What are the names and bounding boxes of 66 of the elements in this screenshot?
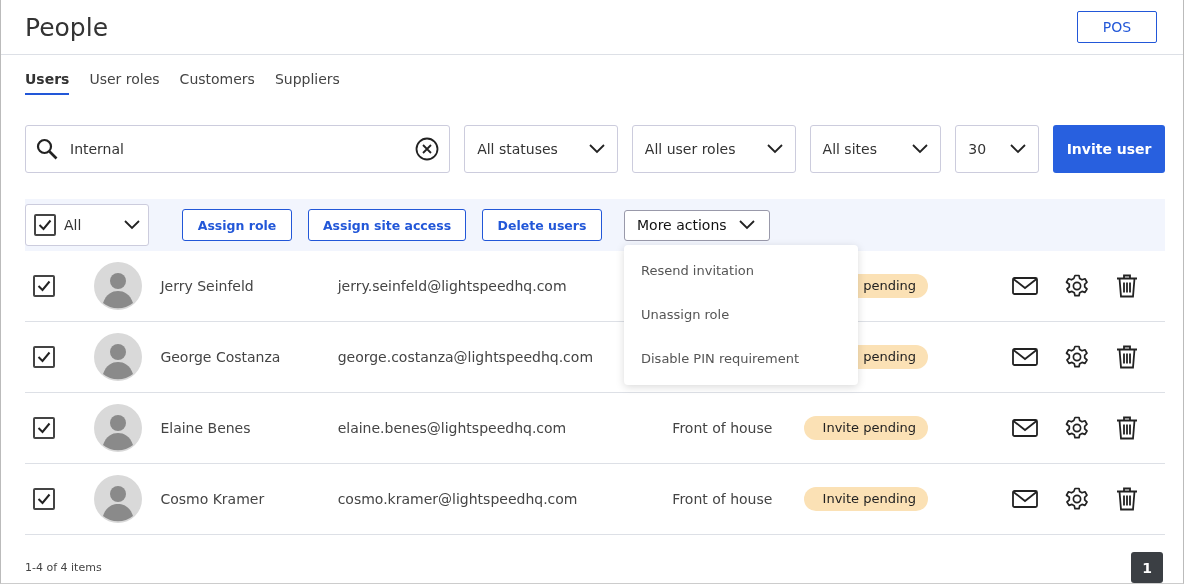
mail-icon[interactable] [1012, 348, 1038, 366]
checkbox[interactable] [34, 214, 56, 236]
user-name: George Costanza [160, 349, 282, 365]
settings-icon[interactable] [1065, 274, 1089, 298]
user-role: Front of house [672, 420, 773, 436]
user-name: Cosmo Kramer [160, 491, 266, 507]
mail-icon[interactable] [1012, 277, 1038, 295]
check-icon [37, 422, 51, 434]
user-email: george.costanza@lightspeedhq.com [337, 349, 594, 365]
checkbox[interactable] [33, 346, 55, 368]
check-icon [37, 493, 51, 505]
filter-dropdown[interactable]: All user roles [631, 125, 796, 173]
mail-icon[interactable] [1012, 419, 1038, 437]
page-button[interactable]: 1 [1131, 552, 1163, 583]
avatar [94, 333, 143, 381]
select-all-label: All [64, 217, 82, 233]
clear-icon[interactable] [415, 137, 440, 161]
action-button[interactable]: Assign role [182, 209, 292, 241]
check-icon [38, 219, 52, 231]
settings-icon[interactable] [1065, 416, 1089, 440]
filter-dropdown[interactable]: All statuses [464, 125, 618, 173]
action-button[interactable]: Delete users [482, 209, 602, 241]
chevron-down-icon [124, 220, 140, 230]
filter-dropdown[interactable]: 30 [955, 125, 1040, 173]
tab[interactable]: Customers [179, 71, 255, 95]
check-icon [37, 280, 51, 292]
chevron-down-icon [912, 144, 929, 154]
action-button[interactable]: Assign site access [308, 209, 466, 241]
tab[interactable]: Users [25, 71, 70, 95]
tab[interactable]: Suppliers [274, 71, 340, 95]
checkbox[interactable] [33, 417, 55, 439]
more-actions-dropdown[interactable]: More actions [624, 209, 770, 241]
settings-icon[interactable] [1065, 345, 1089, 369]
chevron-down-icon [766, 144, 783, 154]
tab[interactable]: User roles [89, 71, 160, 95]
chevron-down-icon [738, 220, 755, 230]
item-count: 1-4 of 4 items [25, 561, 102, 574]
status-badge: Invite pending [804, 487, 929, 511]
avatar [94, 262, 143, 310]
user-name: Jerry Seinfeld [160, 278, 255, 294]
avatar [94, 404, 143, 452]
check-icon [37, 351, 51, 363]
chevron-down-icon [588, 144, 605, 154]
user-role: Front of house [672, 491, 773, 507]
search-icon [36, 138, 58, 160]
invite-user-button[interactable]: Invite user [1053, 125, 1165, 173]
mail-icon[interactable] [1012, 490, 1038, 508]
select-all-dropdown[interactable]: All [25, 204, 149, 246]
user-name: Elaine Benes [160, 420, 252, 436]
user-email: elaine.benes@lightspeedhq.com [337, 420, 567, 436]
user-email: jerry.seinfeld@lightspeedhq.com [337, 278, 567, 294]
filter-dropdown[interactable]: All sites [809, 125, 942, 173]
chevron-down-icon [1010, 144, 1027, 154]
checkbox[interactable] [33, 275, 55, 297]
delete-icon[interactable] [1116, 345, 1138, 369]
status-badge: Invite pending [804, 416, 929, 440]
settings-icon[interactable] [1065, 487, 1089, 511]
delete-icon[interactable] [1116, 274, 1138, 298]
delete-icon[interactable] [1116, 416, 1138, 440]
page-title: People [25, 12, 109, 42]
delete-icon[interactable] [1116, 487, 1138, 511]
checkbox[interactable] [33, 488, 55, 510]
avatar [94, 475, 143, 523]
user-email: cosmo.kramer@lightspeedhq.com [337, 491, 578, 507]
pos-button[interactable]: POS [1077, 11, 1157, 43]
search-field[interactable]: Internal [25, 125, 451, 173]
